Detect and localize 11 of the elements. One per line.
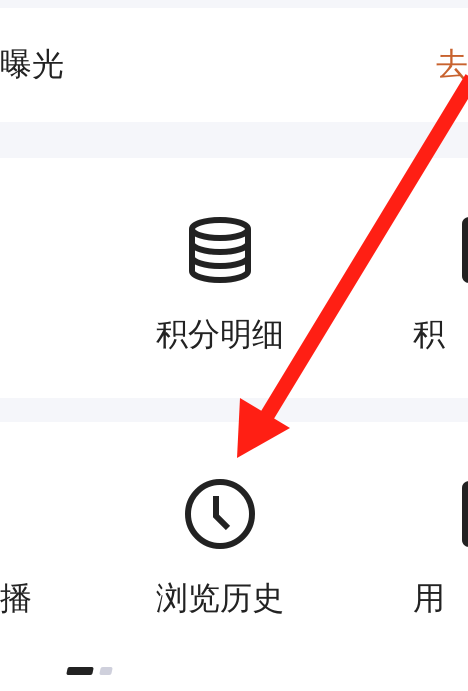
grid-item-label[interactable]: 浏览历史 <box>156 578 284 618</box>
coin-stack-icon <box>188 217 252 283</box>
row-label: 曝光 <box>0 44 64 85</box>
grid-item-label[interactable]: 积分明细 <box>156 314 284 354</box>
document-icon <box>462 217 468 283</box>
grid-item-label[interactable]: 播 <box>0 578 32 618</box>
grid-item-label[interactable]: 积 <box>413 314 445 354</box>
clock-icon <box>184 478 256 550</box>
action-link[interactable]: 去 <box>436 43 468 87</box>
document-icon <box>462 481 468 547</box>
grid-item-label[interactable]: 用 <box>413 578 445 618</box>
